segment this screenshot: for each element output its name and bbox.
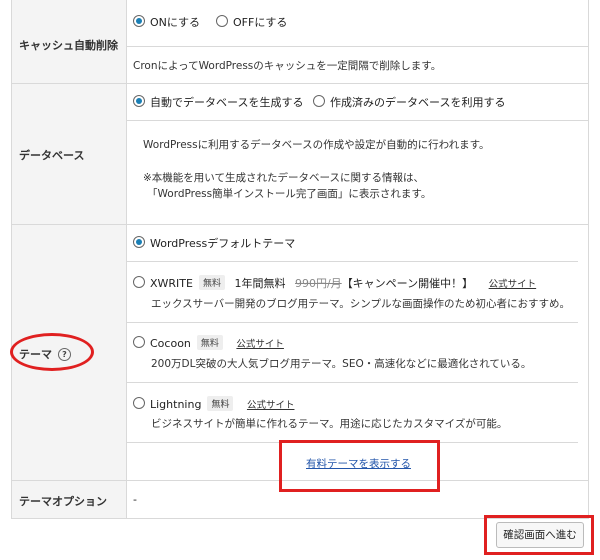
free-badge: 無料 <box>198 275 225 290</box>
free-badge: 無料 <box>196 335 223 350</box>
cocoon-official-link[interactable]: 公式サイト <box>236 339 284 350</box>
theme-xwrite-radio[interactable] <box>133 276 145 288</box>
xwrite-description: エックスサーバー開発のブログ用テーマ。シンプルな画面操作のため初心者におすすめ。 <box>151 298 570 310</box>
db-auto-label[interactable]: 自動でデータベースを生成する <box>150 94 303 110</box>
cache-off-label[interactable]: OFFにする <box>233 14 287 30</box>
annotation-box-confirm <box>484 515 594 555</box>
theme-lightning-name[interactable]: Lightning <box>150 398 201 411</box>
theme-lightning-radio[interactable] <box>133 397 145 409</box>
cache-on-radio[interactable] <box>133 15 145 27</box>
database-label: データベース <box>19 149 85 162</box>
cache-label: キャッシュ自動削除 <box>19 39 118 52</box>
cache-off-radio[interactable] <box>216 15 228 27</box>
theme-xwrite-name[interactable]: XWRITE <box>150 277 193 290</box>
db-existing-label[interactable]: 作成済みのデータベースを利用する <box>330 94 505 110</box>
theme-option-value: - <box>133 493 137 506</box>
db-description-1: WordPressに利用するデータベースの作成や設定が自動的に行われます。 <box>143 139 490 151</box>
theme-xwrite-line: XWRITE 無料 1年間無料 990円/月【キャンペーン開催中！】 公式サイト <box>150 275 536 291</box>
xwrite-promo-suffix: 【キャンペーン開催中！】 <box>341 277 474 290</box>
db-existing-radio[interactable] <box>313 95 325 107</box>
cocoon-description: 200万DL突破の大人気ブログ用テーマ。SEO・高速化などに最適化されている。 <box>151 358 532 370</box>
theme-cocoon-name[interactable]: Cocoon <box>150 337 191 350</box>
cache-on-label[interactable]: ONにする <box>150 14 200 30</box>
theme-lightning-line: Lightning 無料 公式サイト <box>150 396 294 411</box>
install-settings-form: キャッシュ自動削除 ONにする OFFにする CronによってWordPress… <box>0 0 600 560</box>
annotation-box-paid-themes <box>279 440 440 492</box>
lightning-description: ビジネスサイトが簡単に作れるテーマ。用途に応じたカスタマイズが可能。 <box>151 418 508 430</box>
theme-default-radio[interactable] <box>133 236 145 248</box>
db-description-3: 「WordPress簡単インストール完了画面」に表示されます。 <box>147 188 432 200</box>
free-badge: 無料 <box>207 396 234 411</box>
lightning-official-link[interactable]: 公式サイト <box>247 400 295 411</box>
xwrite-old-price: 990円/月 <box>294 277 342 290</box>
cache-description: CronによってWordPressのキャッシュを一定間隔で削除します。 <box>133 60 442 72</box>
theme-default-label[interactable]: WordPressデフォルトテーマ <box>150 235 295 251</box>
label-column <box>11 0 126 518</box>
theme-cocoon-radio[interactable] <box>133 336 145 348</box>
db-auto-radio[interactable] <box>133 95 145 107</box>
theme-cocoon-line: Cocoon 無料 公式サイト <box>150 335 284 350</box>
annotation-ellipse-theme <box>10 333 94 371</box>
theme-option-label: テーマオプション <box>19 495 107 508</box>
xwrite-promo-prefix: 1年間無料 <box>234 277 286 290</box>
db-description-2: ※本機能を用いて生成されたデータベースに関する情報は、 <box>143 172 424 184</box>
xwrite-official-link[interactable]: 公式サイト <box>489 279 537 290</box>
